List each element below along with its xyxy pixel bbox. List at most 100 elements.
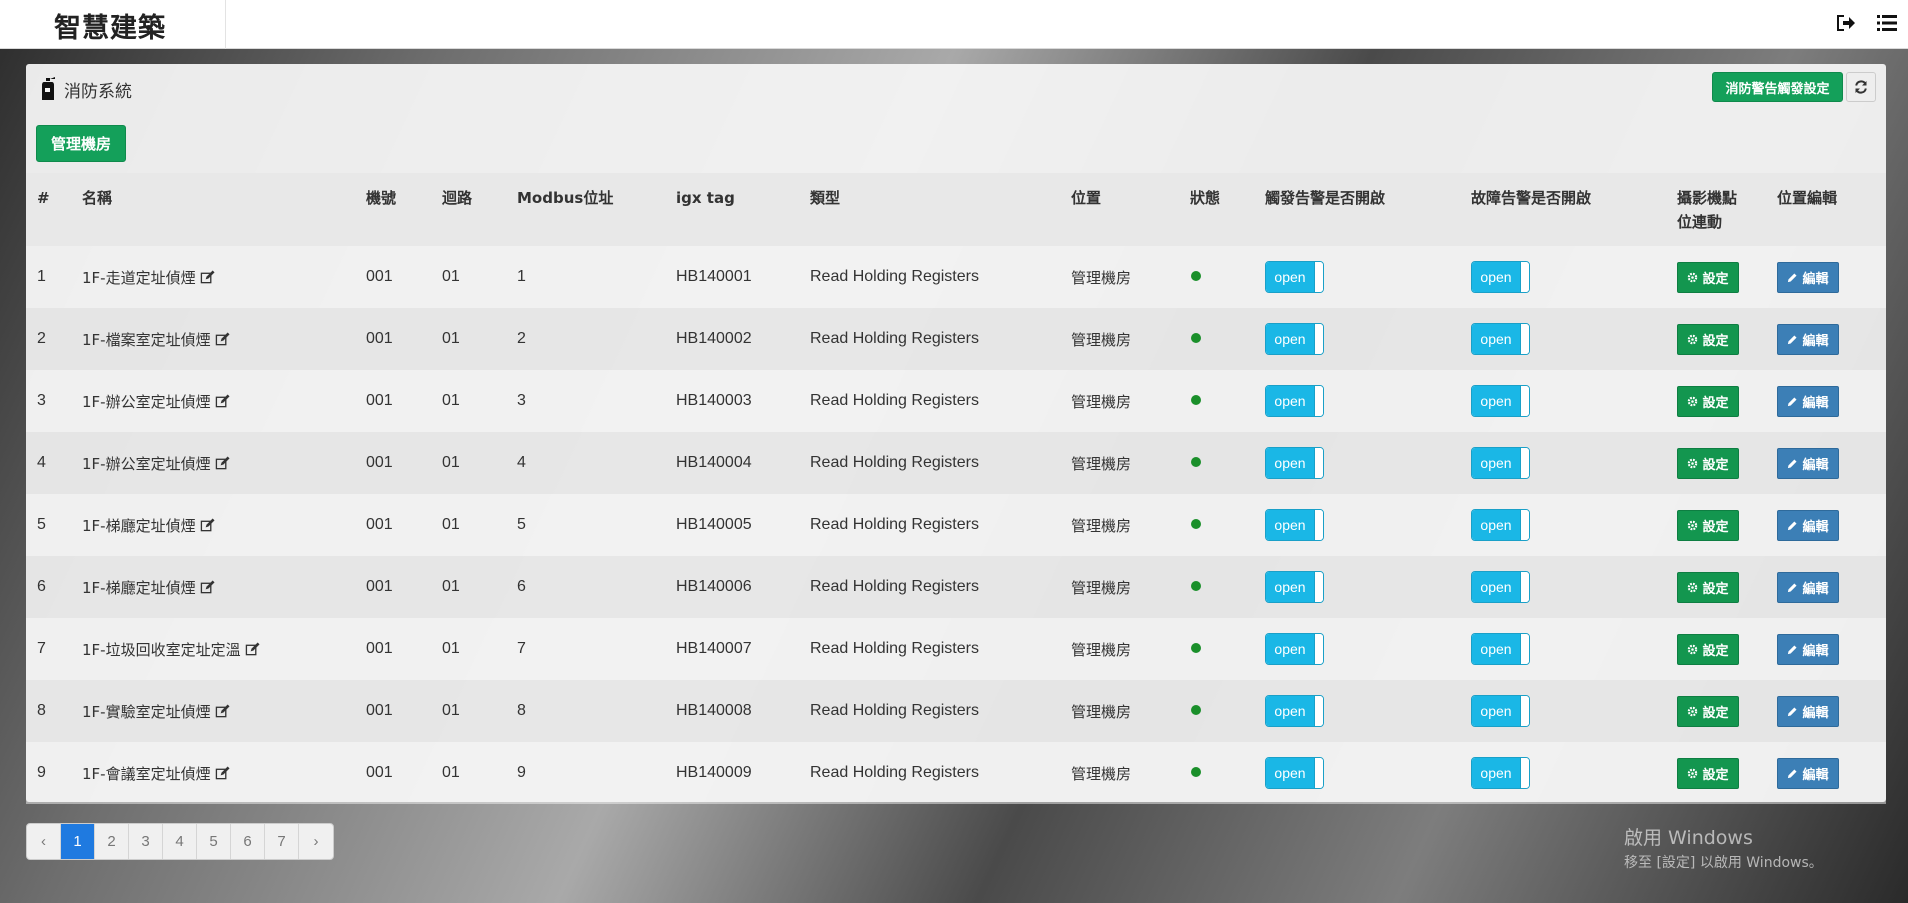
fault-alarm-toggle[interactable]: open (1471, 633, 1530, 665)
edit-note-icon[interactable] (200, 517, 215, 533)
brand[interactable]: 智慧建築 (0, 0, 226, 49)
edit-label: 編輯 (1802, 395, 1829, 411)
logout-icon[interactable] (1834, 12, 1856, 34)
pagination-page-6[interactable]: 6 (231, 824, 265, 859)
edit-note-icon[interactable] (215, 331, 230, 347)
pagination-page-2[interactable]: 2 (95, 824, 129, 859)
fault-alarm-toggle[interactable]: open (1471, 261, 1530, 293)
location-edit-button[interactable]: 編輯 (1777, 447, 1839, 479)
fault-alarm-toggle[interactable]: open (1471, 447, 1530, 479)
pagination-page-5[interactable]: 5 (197, 824, 231, 859)
device-table: # 名稱 機號 迴路 Modbus位址 igx tag 類型 位置 狀態 觸發告… (26, 173, 1886, 804)
alarm-trigger-settings-button[interactable]: 消防警告觸發設定 (1712, 72, 1843, 102)
camera-settings-button[interactable]: 設定 (1677, 385, 1739, 417)
col-header-loop: 迴路 (442, 189, 473, 207)
edit-note-icon[interactable] (245, 641, 260, 657)
fault-alarm-toggle[interactable]: open (1471, 385, 1530, 417)
fault-alarm-toggle[interactable]: open (1471, 509, 1530, 541)
trigger-alarm-toggle[interactable]: open (1265, 571, 1324, 603)
refresh-button[interactable] (1846, 72, 1876, 102)
register-type: Read Holding Registers (810, 640, 979, 657)
edit-note-icon[interactable] (215, 703, 230, 719)
trigger-alarm-toggle[interactable]: open (1265, 695, 1324, 727)
col-header-location-edit: 位置編輯 (1777, 189, 1838, 207)
fault-alarm-toggle[interactable]: open (1471, 571, 1530, 603)
loop-no: 01 (442, 702, 460, 719)
location-edit-button[interactable]: 編輯 (1777, 261, 1839, 293)
edit-note-icon[interactable] (215, 393, 230, 409)
row-no: 6 (37, 578, 46, 595)
edit-note-icon[interactable] (215, 765, 230, 781)
camera-settings-button[interactable]: 設定 (1677, 509, 1739, 541)
table-header-row: # 名稱 機號 迴路 Modbus位址 igx tag 類型 位置 狀態 觸發告… (26, 173, 1886, 246)
col-header-igx-tag: igx tag (676, 189, 735, 207)
location-edit-button[interactable]: 編輯 (1777, 695, 1839, 727)
pagination-page-7[interactable]: 7 (265, 824, 299, 859)
register-type: Read Holding Registers (810, 330, 979, 347)
edit-note-icon[interactable] (200, 579, 215, 595)
location-edit-button[interactable]: 編輯 (1777, 385, 1839, 417)
pagination-page-4[interactable]: 4 (163, 824, 197, 859)
fault-alarm-toggle[interactable]: open (1471, 323, 1530, 355)
loop-no: 01 (442, 764, 460, 781)
device-location: 管理機房 (1071, 702, 1132, 721)
edit-label: 編輯 (1802, 767, 1829, 783)
camera-settings-button[interactable]: 設定 (1677, 571, 1739, 603)
fault-alarm-toggle[interactable]: open (1471, 695, 1530, 727)
table-row: 4 1F-辦公室定址偵煙 001 01 4 HB140004 Read Holding Re… (26, 432, 1886, 494)
trigger-alarm-toggle[interactable]: open (1265, 447, 1324, 479)
machine-no: 001 (366, 454, 393, 471)
toggle-label: open (1266, 386, 1314, 416)
windows-activation-watermark: 啟用 Windows 移至 [設定] 以啟用 Windows。 (1624, 823, 1823, 872)
toggle-label: open (1472, 324, 1520, 354)
trigger-alarm-toggle[interactable]: open (1265, 385, 1324, 417)
gear-icon (1688, 768, 1698, 778)
location-edit-button[interactable]: 編輯 (1777, 633, 1839, 665)
camera-settings-button[interactable]: 設定 (1677, 695, 1739, 727)
list-menu-icon[interactable] (1876, 12, 1898, 34)
camera-settings-button[interactable]: 設定 (1677, 323, 1739, 355)
gear-icon (1688, 644, 1698, 654)
location-edit-button[interactable]: 編輯 (1777, 757, 1839, 789)
modbus-address: 6 (517, 578, 526, 595)
trigger-alarm-toggle[interactable]: open (1265, 323, 1324, 355)
register-type: Read Holding Registers (810, 516, 979, 533)
trigger-alarm-toggle[interactable]: open (1265, 757, 1324, 789)
manage-room-button[interactable]: 管理機房 (36, 125, 126, 162)
camera-settings-button[interactable]: 設定 (1677, 261, 1739, 293)
pencil-icon (1788, 582, 1798, 592)
location-edit-button[interactable]: 編輯 (1777, 323, 1839, 355)
machine-no: 001 (366, 330, 393, 347)
trigger-alarm-toggle[interactable]: open (1265, 509, 1324, 541)
fault-alarm-toggle[interactable]: open (1471, 757, 1530, 789)
pencil-icon (1788, 768, 1798, 778)
table-row: 8 1F-實驗室定址偵煙 001 01 8 HB140008 Read Holding Re… (26, 680, 1886, 742)
camera-settings-button[interactable]: 設定 (1677, 757, 1739, 789)
register-type: Read Holding Registers (810, 392, 979, 409)
toggle-label: open (1472, 758, 1520, 788)
machine-no: 001 (366, 516, 393, 533)
camera-settings-button[interactable]: 設定 (1677, 633, 1739, 665)
igx-tag: HB140001 (676, 268, 752, 285)
edit-note-icon[interactable] (200, 269, 215, 285)
col-header-location: 位置 (1071, 189, 1102, 207)
row-no: 3 (37, 392, 46, 409)
camera-settings-button[interactable]: 設定 (1677, 447, 1739, 479)
location-edit-button[interactable]: 編輯 (1777, 509, 1839, 541)
location-edit-button[interactable]: 編輯 (1777, 571, 1839, 603)
edit-note-icon[interactable] (215, 455, 230, 471)
set-label: 設定 (1702, 581, 1729, 597)
edit-label: 編輯 (1802, 581, 1829, 597)
pagination-next[interactable]: › (299, 824, 333, 859)
set-label: 設定 (1702, 705, 1729, 721)
igx-tag: HB140009 (676, 764, 752, 781)
pagination-page-1[interactable]: 1 (61, 824, 95, 859)
device-location: 管理機房 (1071, 578, 1132, 597)
register-type: Read Holding Registers (810, 268, 979, 285)
device-name: 1F-辦公室定址偵煙 (82, 392, 211, 411)
pagination-prev[interactable]: ‹ (27, 824, 61, 859)
pagination-page-3[interactable]: 3 (129, 824, 163, 859)
trigger-alarm-toggle[interactable]: open (1265, 633, 1324, 665)
toggle-label: open (1266, 324, 1314, 354)
trigger-alarm-toggle[interactable]: open (1265, 261, 1324, 293)
